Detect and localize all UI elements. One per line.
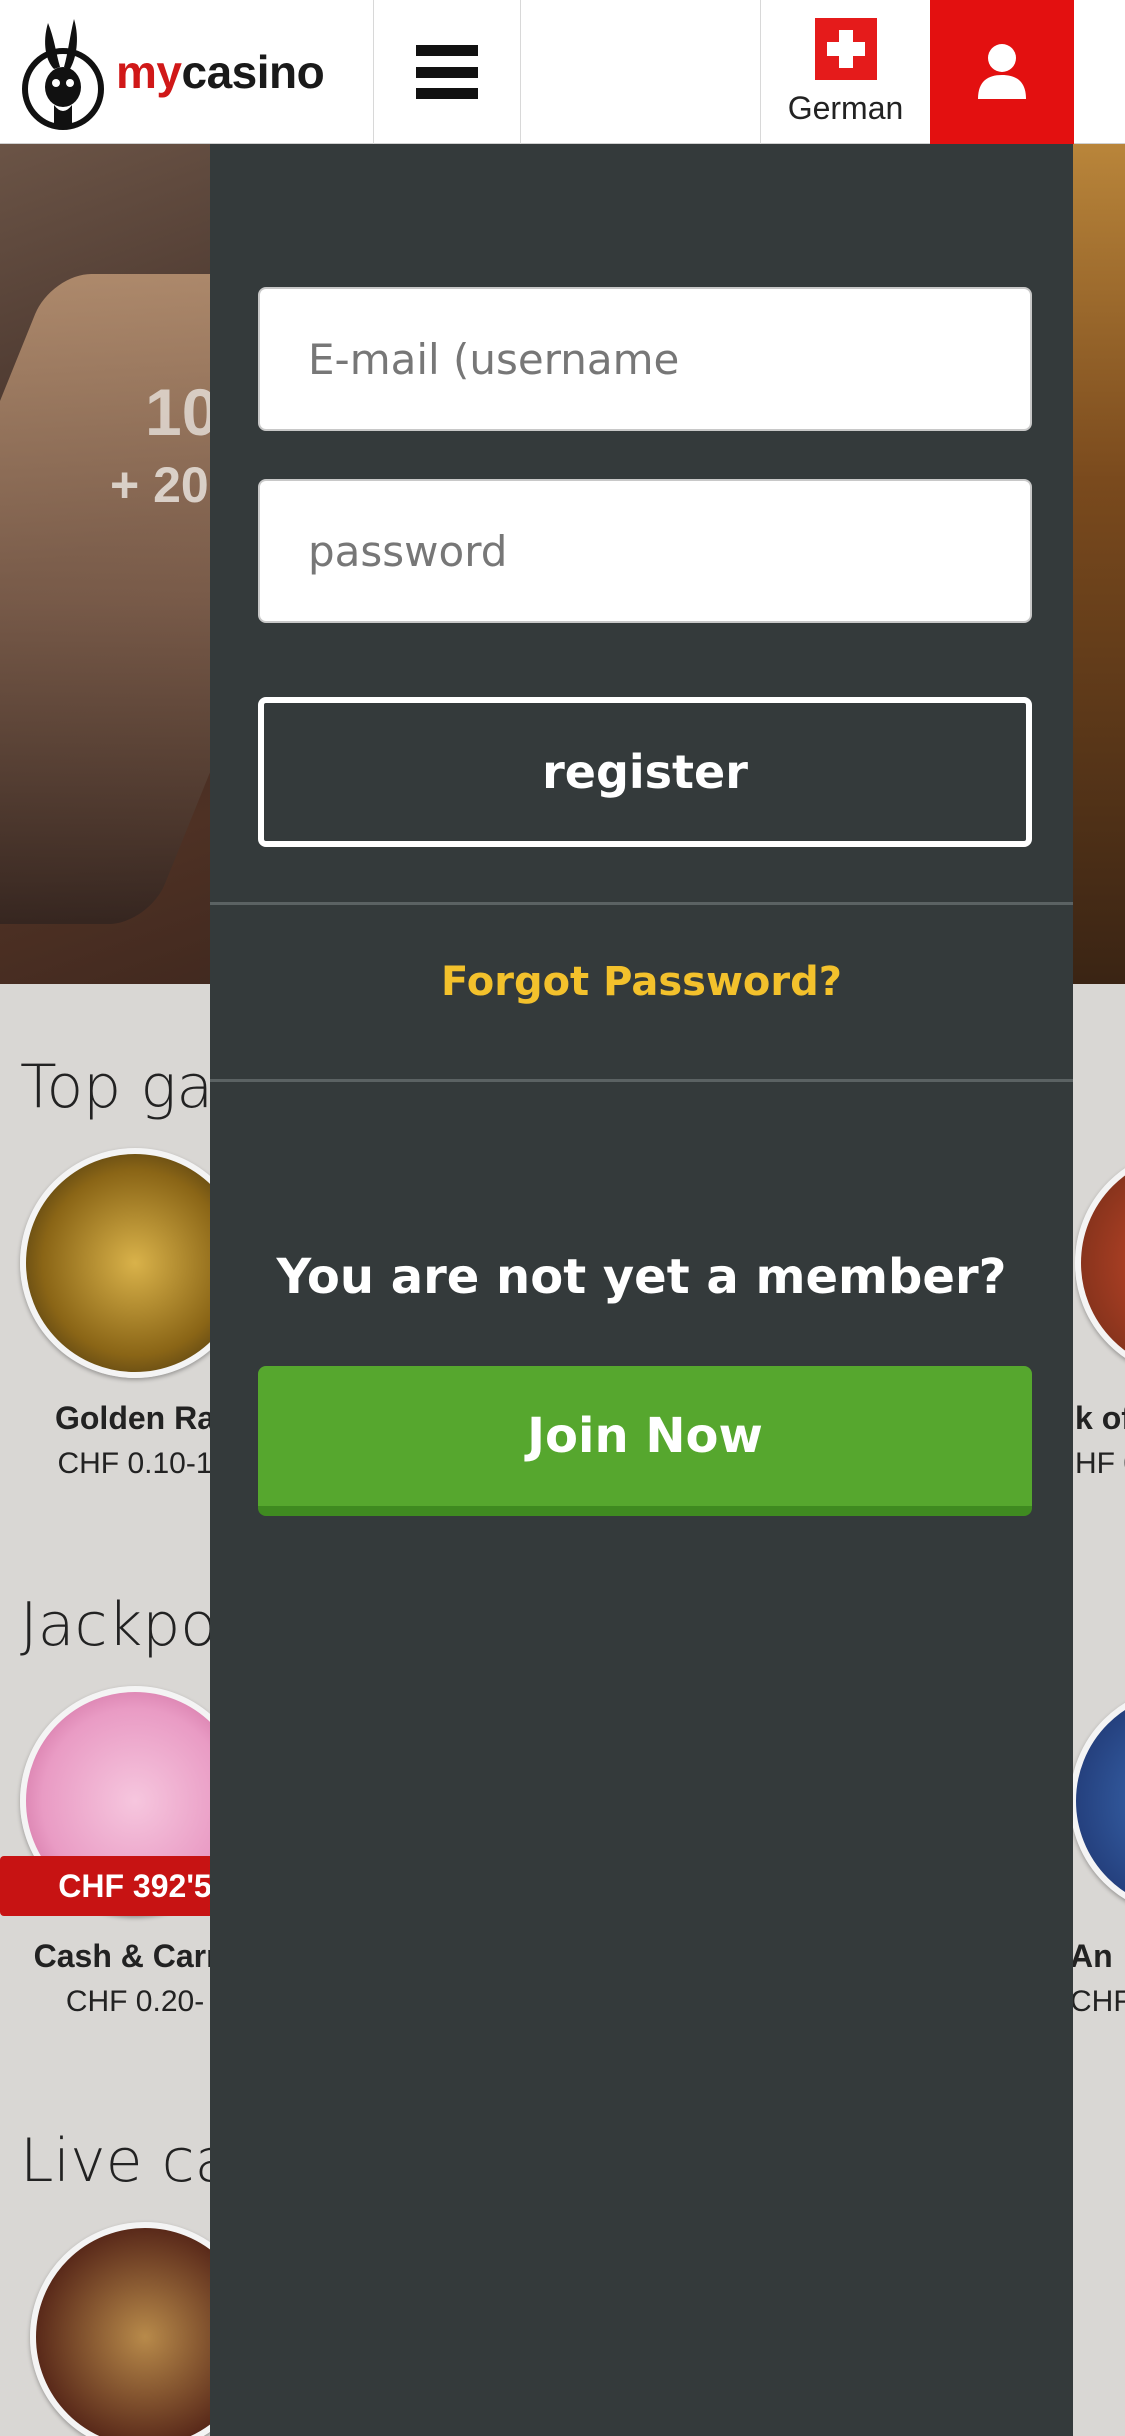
not-member-text: You are not yet a member? xyxy=(276,1249,1007,1305)
banner-extra: + 20 xyxy=(110,457,209,513)
divider xyxy=(210,1079,1073,1082)
logo-my: my xyxy=(116,46,182,98)
game-card-right-2[interactable]: An CHF xyxy=(1070,1686,1125,2019)
password-field[interactable] xyxy=(258,479,1032,623)
game-price: HF 0 xyxy=(1075,1447,1125,1480)
logo-casino: casino xyxy=(181,46,325,98)
game-thumbnail xyxy=(1075,1148,1125,1378)
game-thumbnail xyxy=(1070,1686,1125,1916)
forgot-password-link[interactable]: Forgot Password? xyxy=(210,959,1073,1005)
divider xyxy=(210,902,1073,905)
menu-button[interactable] xyxy=(373,0,521,144)
section-title-jackpot: Jackpot xyxy=(20,1590,241,1660)
logo-wordmark: mycasino xyxy=(116,45,325,99)
register-button[interactable]: register xyxy=(258,697,1032,847)
game-card-right-1[interactable]: k of HF 0 xyxy=(1075,1148,1125,1481)
language-selector[interactable]: German xyxy=(760,0,930,144)
hamburger-menu-icon xyxy=(416,45,478,99)
email-field[interactable] xyxy=(258,287,1032,431)
swiss-flag-icon xyxy=(814,17,877,80)
game-name: k of xyxy=(1075,1400,1125,1436)
join-now-button[interactable]: Join Now xyxy=(258,1366,1032,1516)
banner-amount: 10 xyxy=(145,375,219,449)
app-header: mycasino German xyxy=(0,0,1125,144)
mycasino-logo[interactable]: mycasino xyxy=(18,8,368,136)
rabbit-logo-icon xyxy=(22,19,104,130)
game-name: An xyxy=(1070,1938,1113,1974)
account-button[interactable] xyxy=(930,0,1074,144)
game-price: CHF xyxy=(1070,1985,1125,2018)
language-label: German xyxy=(787,89,904,126)
user-icon xyxy=(978,44,1026,99)
banner-image-right xyxy=(1065,144,1125,984)
login-drawer: register Forgot Password? You are not ye… xyxy=(210,144,1073,2436)
